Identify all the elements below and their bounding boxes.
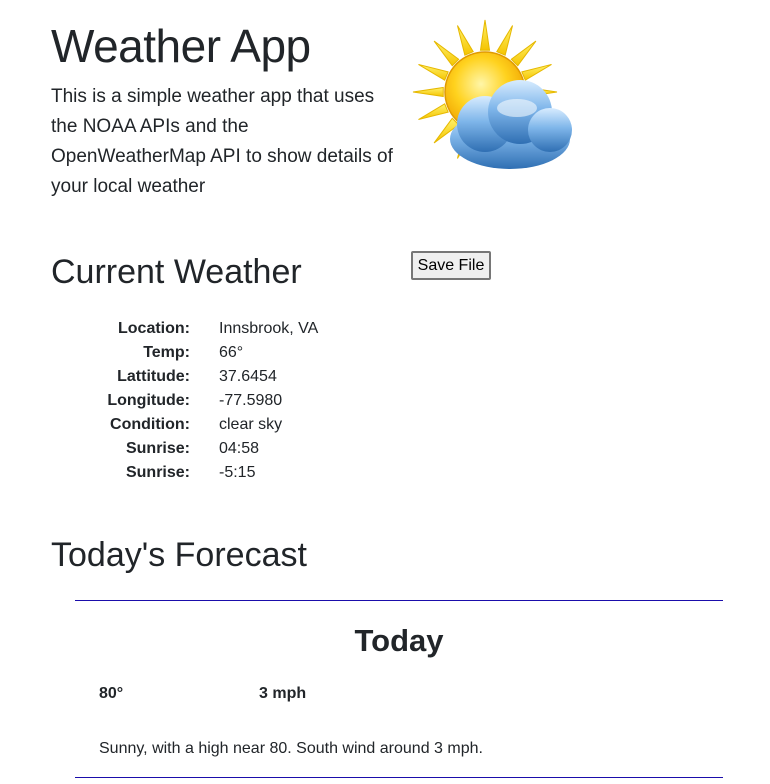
detail-value: 37.6454 <box>219 368 277 385</box>
save-file-button[interactable]: Save File <box>411 251 491 280</box>
detail-row-condition: Condition: clear sky <box>0 413 500 437</box>
detail-value: -77.5980 <box>219 392 283 409</box>
detail-row-temp: Temp: 66° <box>0 341 500 365</box>
detail-label: Temp: <box>143 344 190 361</box>
sun-ray <box>418 63 449 81</box>
detail-row-location: Location: Innsbrook, VA <box>0 317 500 341</box>
detail-label: Sunrise: <box>125 464 190 481</box>
app-title: Weather App <box>51 20 311 72</box>
detail-row-sunrise: Sunrise: 04:58 <box>0 437 500 461</box>
sun-ray <box>521 63 552 81</box>
detail-row-latitude: Lattitude: 37.6454 <box>0 365 500 389</box>
detail-value: 04:58 <box>219 440 260 457</box>
sun-ray <box>510 40 537 67</box>
detail-label: Sunrise: <box>125 440 190 457</box>
forecast-heading: Today's Forecast <box>51 536 307 574</box>
current-weather-heading: Current Weather <box>51 253 302 291</box>
forecast-temperature: 80° <box>99 685 124 702</box>
detail-label: Condition: <box>110 416 190 433</box>
sun-ray <box>412 86 444 98</box>
sun-ray <box>456 25 474 56</box>
detail-row-sunrise-2: Sunrise: -5:15 <box>0 461 500 485</box>
detail-label: Longitude: <box>107 392 190 409</box>
sun-ray <box>433 40 460 67</box>
page: Weather App This is a simple weather app… <box>0 0 770 784</box>
detail-value: -5:15 <box>219 464 256 481</box>
forecast-wind: 3 mph <box>259 685 307 702</box>
detail-value: clear sky <box>219 416 283 433</box>
detail-label: Location: <box>118 320 190 337</box>
sun-ray <box>479 19 491 51</box>
app-description: This is a simple weather app that uses t… <box>51 86 393 197</box>
detail-value: Innsbrook, VA <box>219 320 319 337</box>
sun-ray <box>496 25 514 56</box>
detail-row-longitude: Longitude: -77.5980 <box>0 389 500 413</box>
sun-ray <box>418 103 449 121</box>
forecast-card: Today 80° 3 mph Sunny, with a high near … <box>75 600 723 778</box>
current-weather-details: Location: Innsbrook, VA Temp: 66° Lattit… <box>0 317 500 485</box>
detail-value: 66° <box>219 344 244 361</box>
forecast-period-name: Today <box>354 623 444 658</box>
forecast-description: Sunny, with a high near 80. South wind a… <box>99 740 483 757</box>
detail-label: Lattitude: <box>117 368 190 385</box>
partly-cloudy-icon <box>412 19 572 169</box>
